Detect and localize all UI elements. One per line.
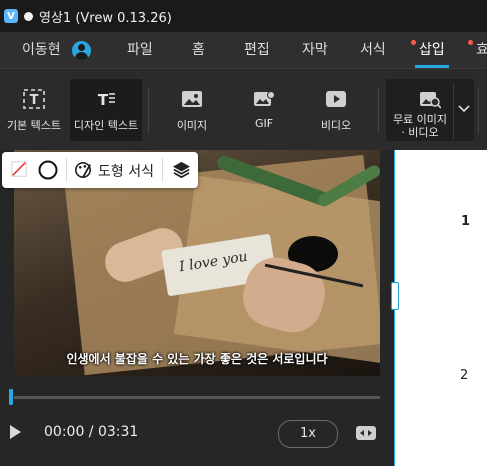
design-text-icon: T [98,91,115,109]
timeline-track[interactable] [14,396,380,399]
design-text-button[interactable]: T 디자인 텍스트 [70,79,142,141]
playhead[interactable] [9,389,13,405]
video-subtitle[interactable]: 인생에서 불잡을 수 있는 가장 좋은 것은 서로입니다 [14,350,380,367]
stock-media-dropdown[interactable] [453,83,474,139]
menu-effect[interactable]: 효 [476,32,487,68]
layer-order-button[interactable] [168,152,194,188]
video-button[interactable]: 비디오 [306,79,366,141]
gif-button[interactable]: GIF [234,79,294,141]
shape-format-label: 도형 서식 [98,164,154,180]
ribbon-divider [478,87,479,133]
text-icon: T [23,89,45,109]
menu-home[interactable]: 홈 [192,32,205,68]
chevron-down-icon [458,105,470,113]
resize-handle[interactable] [391,282,399,310]
ribbon-divider [148,87,149,133]
layers-icon [172,161,191,179]
svg-text:T: T [30,93,39,108]
svg-text:T: T [98,91,109,109]
video-label: 비디오 [320,119,352,132]
avatar[interactable] [72,41,91,60]
no-fill-icon [11,161,27,177]
shape-format-toolbar: 도형 서식 [2,152,198,188]
gif-label: GIF [254,117,274,130]
play-icon[interactable] [10,425,21,439]
clip-number[interactable]: 2 [460,368,468,383]
image-icon [182,91,202,107]
playback-speed-button[interactable]: 1x [278,420,338,448]
stock-media-icon [420,92,441,109]
insert-notify-dot [411,40,416,45]
fit-screen-icon[interactable] [356,426,376,440]
clip-panel: 1 2 [394,150,487,466]
stock-media-label: 무료 이미지 · 비디오 [392,113,448,139]
clip-number[interactable]: 1 [461,214,470,229]
design-text-label: 디자인 텍스트 [73,119,139,132]
menu-format[interactable]: 서식 [360,32,386,68]
menu-edit[interactable]: 편집 [244,32,270,68]
palette-icon [74,161,92,179]
shape-outline-button[interactable] [34,152,62,188]
insert-ribbon: T 기본 텍스트 T 디자인 텍스트 이미지 GIF 비디오 무료 이미지 · … [0,68,487,151]
menu-bar: 이동현 파일 홈 편집 자막 서식 삽입 효 [0,32,487,68]
window-title: 영상1 (Vrew 0.13.26) [39,10,172,26]
shape-format-button[interactable]: 도형 서식 [72,152,158,188]
ribbon-divider [378,87,379,133]
menu-file[interactable]: 파일 [127,32,153,68]
menu-insert[interactable]: 삽입 [415,32,449,68]
image-button[interactable]: 이미지 [162,79,222,141]
gif-icon [254,91,275,106]
video-icon [326,91,346,107]
title-bar: V 영상1 (Vrew 0.13.26) [0,0,487,32]
circle-icon [38,160,58,180]
no-fill-button[interactable] [8,152,30,188]
menu-subtitle[interactable]: 자막 [302,32,328,68]
vrew-logo-icon: V [4,9,18,23]
image-label: 이미지 [176,119,208,132]
basic-text-button[interactable]: T 기본 텍스트 [4,79,64,141]
user-name[interactable]: 이동현 [22,32,61,68]
unsaved-dot-icon [24,11,33,21]
playback-time: 00:00 / 03:31 [44,424,139,440]
basic-text-label: 기본 텍스트 [6,119,62,132]
effect-notify-dot [468,40,473,45]
